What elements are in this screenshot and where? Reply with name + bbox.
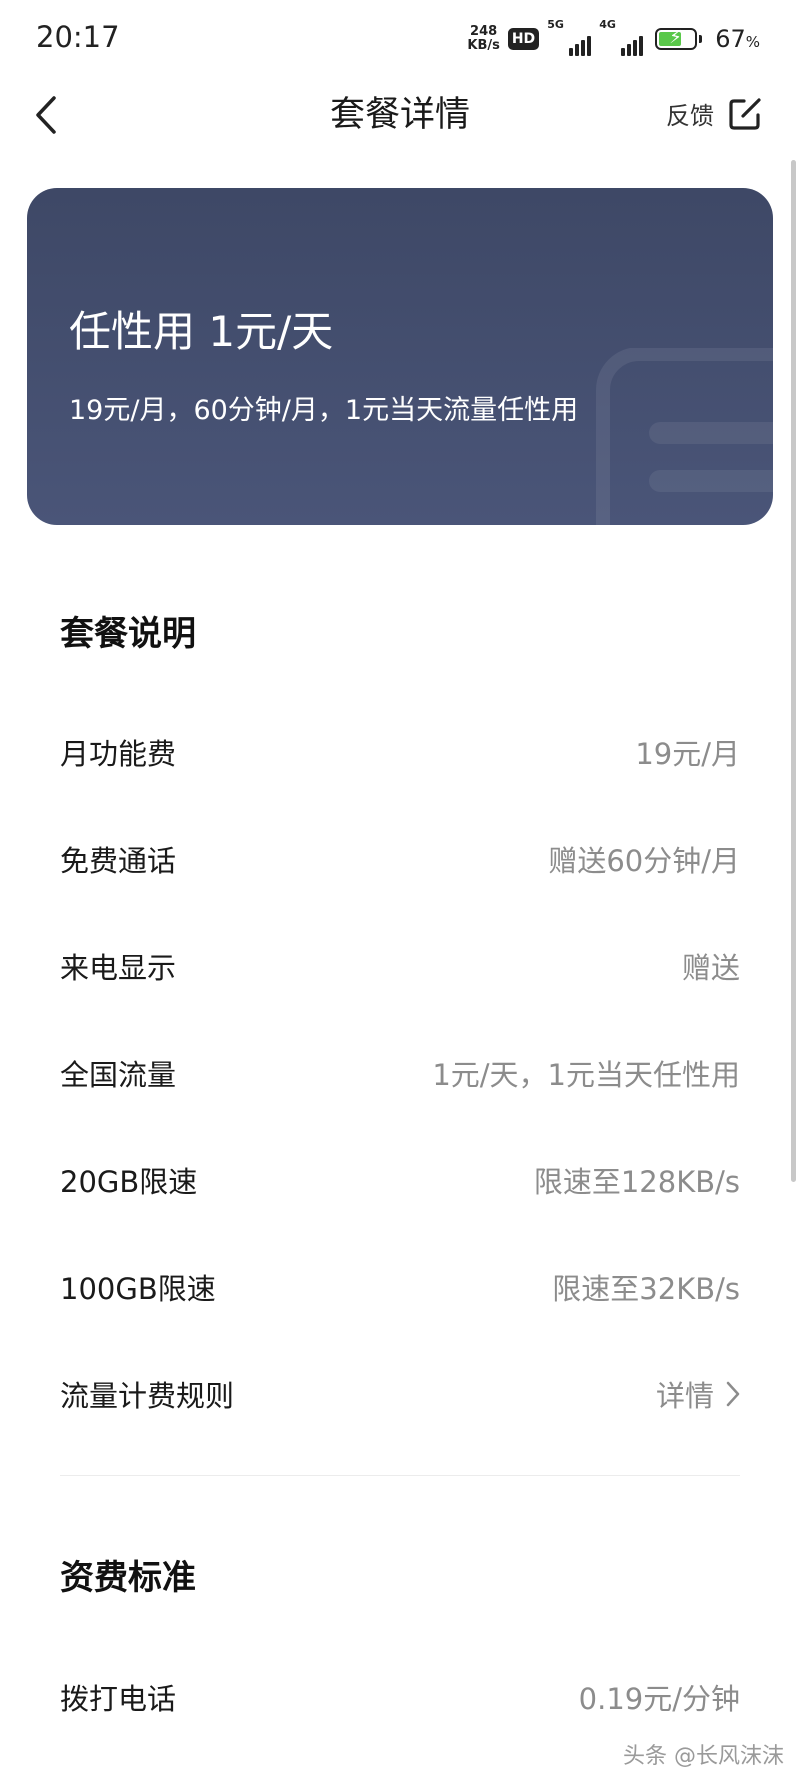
plan-description: 19元/月，60分钟/月，1元当天流量任性用	[69, 395, 579, 426]
row-value: 赠送60分钟/月	[548, 844, 740, 878]
row-label: 免费通话	[60, 844, 177, 878]
feedback-button[interactable]: 反馈	[666, 96, 762, 131]
battery-percent: 67%	[715, 25, 760, 53]
sim1-signal-icon: 5G	[547, 18, 592, 56]
row-label: 来电显示	[60, 951, 177, 985]
charging-icon: ⚡	[669, 27, 682, 48]
network-speed-unit: KB/s	[467, 38, 500, 53]
network-speed-value: 248	[470, 24, 498, 39]
scrollbar[interactable]	[791, 160, 796, 1182]
chevron-right-icon	[726, 1381, 740, 1407]
row-caller-id: 来电显示 赠送	[60, 936, 740, 996]
sim2-signal-icon: 4G	[599, 18, 644, 56]
battery-icon: ⚡	[655, 27, 703, 50]
row-label: 100GB限速	[60, 1272, 216, 1306]
row-value: 19元/月	[635, 737, 740, 771]
section-divider	[60, 1475, 740, 1476]
row-value: 0.19元/分钟	[578, 1682, 740, 1716]
row-free-calls: 免费通话 赠送60分钟/月	[60, 829, 740, 889]
row-value: 1元/天，1元当天任性用	[432, 1058, 740, 1092]
row-value: 限速至32KB/s	[552, 1272, 740, 1306]
status-bar: 20:17 248 KB/s HD 5G 4G ⚡ 67%	[0, 0, 800, 80]
row-monthly-fee: 月功能费 19元/月	[60, 722, 740, 782]
row-label: 流量计费规则	[60, 1379, 235, 1413]
details-label: 详情	[655, 1379, 714, 1413]
row-20gb-throttle: 20GB限速 限速至128KB/s	[60, 1150, 740, 1210]
section-title-plan-info: 套餐说明	[60, 614, 196, 654]
card-decoration-icon	[596, 348, 773, 525]
row-label: 月功能费	[60, 737, 177, 771]
sim2-network-type: 4G	[599, 18, 616, 31]
section-title-tariff: 资费标准	[60, 1558, 196, 1598]
row-value: 限速至128KB/s	[533, 1165, 740, 1199]
row-outgoing-calls: 拨打电话 0.19元/分钟	[60, 1667, 740, 1727]
row-data-billing-rules[interactable]: 流量计费规则 详情	[60, 1364, 740, 1424]
row-national-data: 全国流量 1元/天，1元当天任性用	[60, 1043, 740, 1103]
sim1-network-type: 5G	[547, 18, 564, 31]
row-100gb-throttle: 100GB限速 限速至32KB/s	[60, 1257, 740, 1317]
row-value: 赠送	[681, 951, 740, 985]
details-link[interactable]: 详情	[656, 1373, 740, 1415]
hd-voice-icon: HD	[507, 28, 540, 50]
edit-icon	[729, 97, 761, 130]
status-time: 20:17	[36, 20, 120, 54]
row-label: 20GB限速	[60, 1165, 198, 1199]
row-label: 全国流量	[60, 1058, 177, 1092]
watermark: 头条 @长风沫沫	[623, 1744, 784, 1769]
network-speed: 248 KB/s	[467, 25, 499, 53]
status-icons: 248 KB/s HD 5G 4G ⚡ 67%	[467, 18, 760, 56]
plan-name: 任性用 1元/天	[69, 307, 334, 356]
feedback-label: 反馈	[666, 102, 714, 130]
plan-card: 任性用 1元/天 19元/月，60分钟/月，1元当天流量任性用	[27, 188, 773, 525]
row-label: 拨打电话	[60, 1682, 177, 1716]
